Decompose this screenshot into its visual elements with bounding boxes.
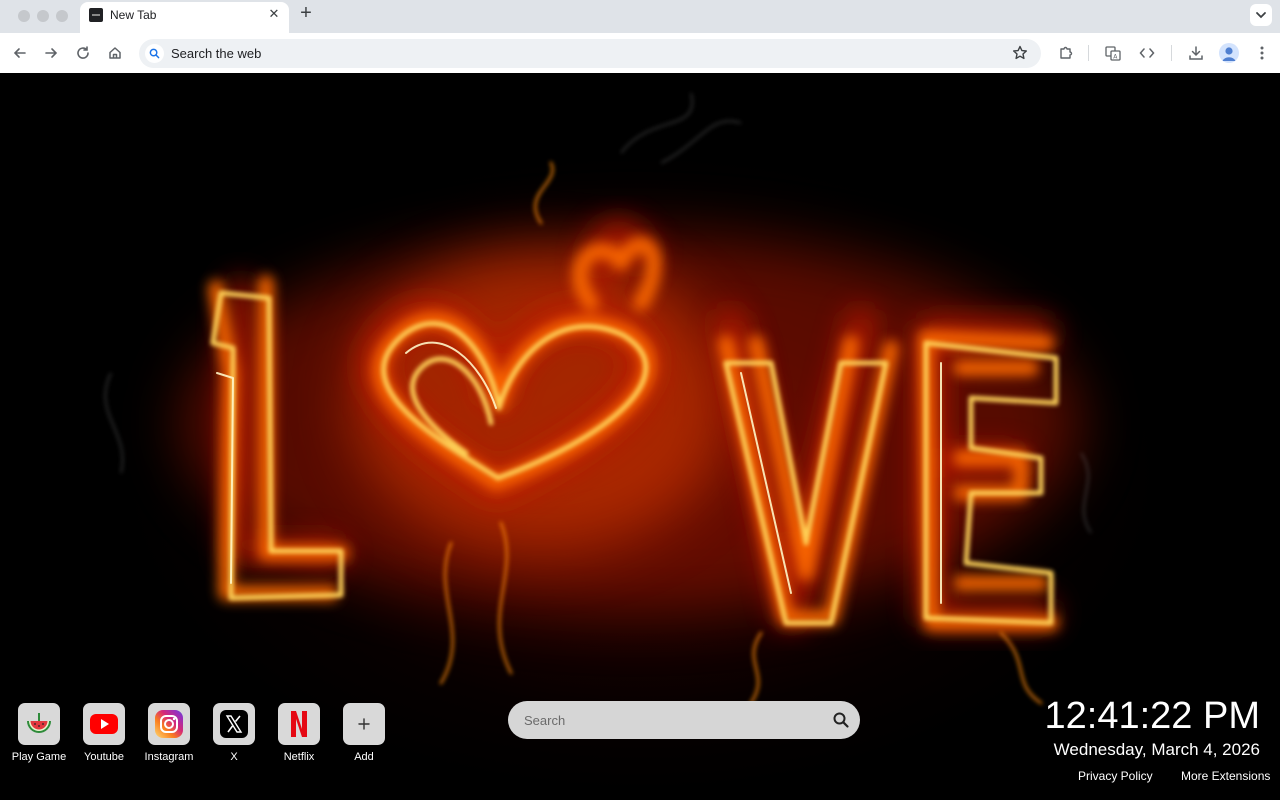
reload-button[interactable]: [73, 43, 93, 63]
more-extensions-link[interactable]: More Extensions: [1181, 769, 1270, 783]
new-tab-page: Play Game Youtube Instagram X Netflix Ad…: [1, 73, 1279, 799]
shortcut-tile[interactable]: [278, 703, 320, 745]
omnibox[interactable]: Search the web: [139, 39, 1041, 68]
extensions-button[interactable]: [1056, 43, 1076, 63]
shortcut-instagram[interactable]: Instagram: [138, 703, 200, 763]
search-box: [508, 701, 860, 739]
shortcut-tile[interactable]: [18, 703, 60, 745]
instagram-icon: [155, 710, 183, 738]
arrow-left-icon: [13, 48, 26, 58]
x-logo-icon: [220, 710, 248, 738]
tab-title: New Tab: [110, 8, 157, 22]
home-icon: [109, 47, 121, 59]
window-zoom-button[interactable]: [56, 10, 68, 22]
new-tab-button[interactable]: +: [296, 3, 316, 24]
clock-date: Wednesday, March 4, 2026: [1053, 740, 1260, 759]
shortcut-label: Netflix: [283, 751, 315, 763]
shortcut-label: X: [230, 751, 238, 763]
home-button[interactable]: [105, 43, 125, 63]
netflix-icon: [291, 711, 307, 737]
omnibox-search-icon: [145, 44, 164, 63]
search-submit-button[interactable]: [832, 711, 850, 729]
watermelon-icon: [27, 713, 51, 733]
shortcut-tile[interactable]: [213, 703, 255, 745]
back-button[interactable]: [10, 43, 30, 63]
bookmark-button[interactable]: [1011, 44, 1029, 62]
profile-icon: [1222, 47, 1236, 61]
translate-button[interactable]: A: [1103, 43, 1123, 63]
devtools-button[interactable]: [1137, 43, 1157, 63]
forward-button[interactable]: [41, 43, 61, 63]
chevron-down-icon: [1256, 12, 1266, 19]
window-close-button[interactable]: [18, 10, 30, 22]
toolbar-divider: [1171, 45, 1172, 61]
reload-icon: [77, 46, 89, 59]
shortcut-netflix[interactable]: Netflix: [268, 703, 330, 763]
title-bar: New Tab ✕ +: [0, 0, 1280, 33]
browser-toolbar: Search the web A: [0, 33, 1280, 73]
toolbar-divider: [1088, 45, 1089, 61]
arrow-right-icon: [45, 48, 58, 58]
shortcut-label: Instagram: [144, 751, 194, 763]
puzzle-icon: [1060, 46, 1073, 59]
tab-close-icon[interactable]: ✕: [266, 6, 282, 22]
shortcut-x[interactable]: X: [203, 703, 265, 763]
shortcut-play-game[interactable]: Play Game: [8, 703, 70, 763]
download-icon: [1189, 46, 1203, 60]
shortcut-label: Youtube: [84, 751, 124, 763]
tab-favicon-icon: [89, 8, 103, 22]
search-input[interactable]: [508, 701, 818, 739]
downloads-button[interactable]: [1186, 43, 1206, 63]
tab-new-tab[interactable]: New Tab ✕: [80, 2, 289, 33]
star-icon: [1013, 45, 1027, 60]
clock-time: 12:41:22 PM: [1044, 695, 1260, 737]
privacy-policy-link[interactable]: Privacy Policy: [1078, 769, 1153, 783]
tab-search-button[interactable]: [1250, 4, 1272, 26]
omnibox-text: Search the web: [171, 46, 262, 61]
menu-button[interactable]: [1252, 43, 1272, 63]
translate-icon: A: [1105, 46, 1121, 61]
shortcut-youtube[interactable]: Youtube: [73, 703, 135, 763]
kebab-menu-icon: [1260, 46, 1264, 60]
shortcut-add[interactable]: Add: [333, 703, 395, 763]
shortcut-label: Play Game: [11, 751, 67, 763]
shortcut-tile[interactable]: [83, 703, 125, 745]
search-icon: [833, 712, 849, 728]
shortcut-tile[interactable]: [148, 703, 190, 745]
code-icon: [1139, 48, 1155, 58]
profile-avatar[interactable]: [1219, 43, 1239, 63]
plus-icon: [358, 718, 370, 730]
window-minimize-button[interactable]: [37, 10, 49, 22]
youtube-icon: [90, 714, 118, 734]
shortcut-tile[interactable]: [343, 703, 385, 745]
shortcut-label: Add: [354, 751, 374, 763]
